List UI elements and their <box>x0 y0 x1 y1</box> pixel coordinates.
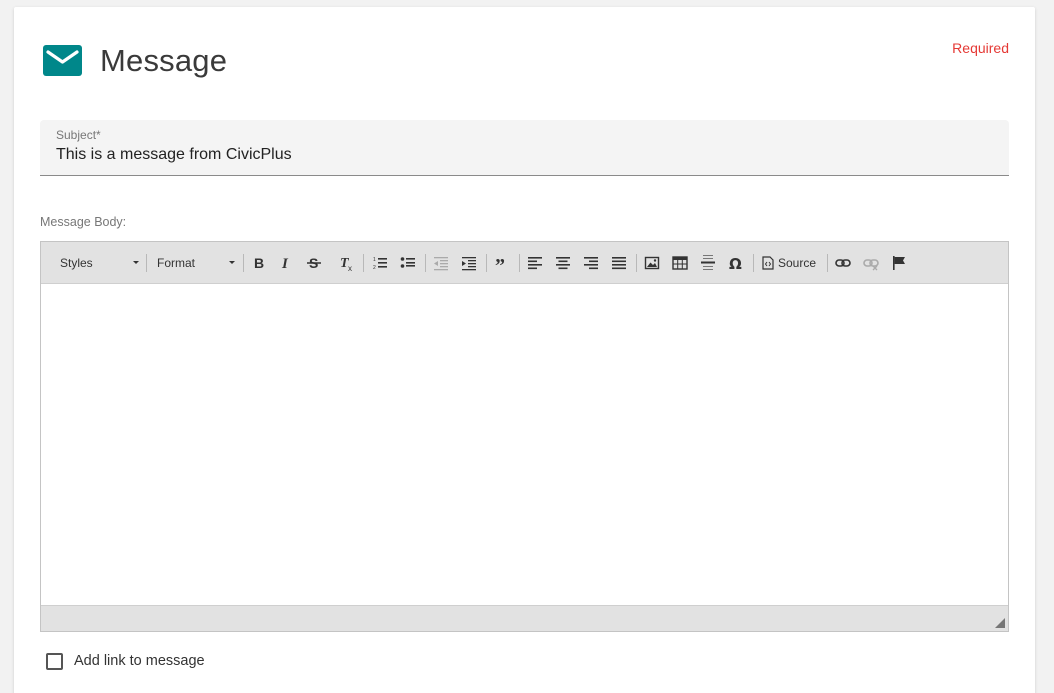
toolbar-separator <box>486 254 487 272</box>
toolbar-separator <box>363 254 364 272</box>
required-label: Required <box>952 40 1009 56</box>
source-label: Source <box>778 255 817 270</box>
toolbar-separator <box>425 254 426 272</box>
svg-text:”: ” <box>495 255 505 271</box>
add-link-checkbox[interactable] <box>46 653 63 670</box>
strikethrough-icon[interactable]: S <box>302 250 326 275</box>
svg-text:1: 1 <box>373 257 376 263</box>
page-title: Message <box>100 43 228 78</box>
special-character-icon[interactable]: Ω <box>724 250 748 275</box>
add-link-label[interactable]: Add link to message <box>74 653 205 669</box>
svg-text:2: 2 <box>373 265 376 271</box>
source-icon <box>762 255 774 270</box>
svg-text:I: I <box>281 256 289 271</box>
subject-field[interactable]: Subject* <box>40 120 1009 176</box>
numbered-list-icon[interactable]: 12 <box>368 250 392 275</box>
styles-dropdown-label: Styles <box>60 255 93 270</box>
blockquote-icon[interactable]: ” <box>490 250 514 275</box>
toolbar-separator <box>827 254 828 272</box>
resize-handle-icon[interactable] <box>995 618 1005 628</box>
link-icon[interactable] <box>831 250 855 275</box>
subject-label: Subject* <box>56 128 101 142</box>
unlink-icon[interactable] <box>859 250 883 275</box>
rich-text-editor: Styles Format B I S Tx 12 ” Ω Source <box>40 241 1009 632</box>
source-button[interactable]: Source <box>757 250 823 275</box>
format-dropdown-label: Format <box>157 255 196 270</box>
mail-icon <box>43 45 82 76</box>
image-icon[interactable] <box>640 250 664 275</box>
svg-text:Ω: Ω <box>729 255 742 271</box>
styles-dropdown[interactable]: Styles <box>50 250 139 275</box>
align-left-icon[interactable] <box>523 250 547 275</box>
svg-text:B: B <box>254 255 264 271</box>
align-right-icon[interactable] <box>579 250 603 275</box>
chevron-down-icon <box>133 261 139 264</box>
editor-content-area[interactable] <box>41 285 1008 605</box>
table-icon[interactable] <box>668 250 692 275</box>
italic-icon[interactable]: I <box>274 250 298 275</box>
bold-icon[interactable]: B <box>247 250 271 275</box>
toolbar-separator <box>636 254 637 272</box>
indent-icon[interactable] <box>457 250 481 275</box>
editor-status-bar <box>41 605 1008 631</box>
horizontal-line-icon[interactable] <box>696 250 720 275</box>
align-center-icon[interactable] <box>551 250 575 275</box>
toolbar-separator <box>243 254 244 272</box>
anchor-flag-icon[interactable] <box>887 250 911 275</box>
toolbar-separator <box>753 254 754 272</box>
message-card: Message Required Subject* Message Body: … <box>14 7 1035 693</box>
format-dropdown[interactable]: Format <box>147 250 235 275</box>
message-body-label: Message Body: <box>40 215 127 229</box>
bulleted-list-icon[interactable] <box>396 250 420 275</box>
outdent-icon[interactable] <box>429 250 453 275</box>
remove-format-icon[interactable]: Tx <box>335 250 359 275</box>
editor-toolbar: Styles Format B I S Tx 12 ” Ω Source <box>41 242 1008 284</box>
toolbar-separator <box>519 254 520 272</box>
justify-icon[interactable] <box>607 250 631 275</box>
svg-text:x: x <box>348 264 352 272</box>
subject-input[interactable] <box>56 146 986 164</box>
chevron-down-icon <box>229 261 235 264</box>
